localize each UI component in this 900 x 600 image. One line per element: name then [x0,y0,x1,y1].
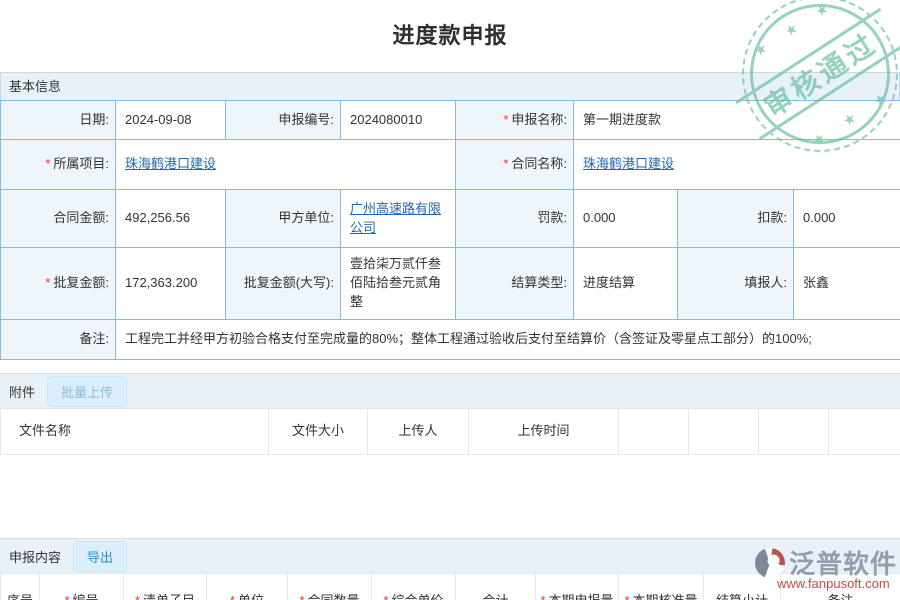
declaration-name-label: *申报名称: [456,101,574,140]
date-value: 2024-09-08 [116,101,226,140]
required-marker: * [64,593,69,600]
attachments-empty-header-4 [619,409,689,455]
reporter-label: 填报人: [678,248,794,320]
attachments-empty-header-6 [759,409,829,455]
progress-payment-declaration-page: 进度款申报 基本信息 日期: 2024-09-08 申报编号: 20240800… [0,0,900,600]
declaration-column-header-1: *编号 [40,574,124,600]
project-link[interactable]: 珠海鹤港口建设 [125,156,216,171]
contract-name-value: 珠海鹤港口建设 [574,140,900,190]
required-marker: * [624,593,629,600]
party-a-value: 广州高速路有限公司 [341,190,456,248]
attachments-empty-header-5 [689,409,759,455]
approved-amount-label: *批复金额: [1,248,116,320]
row-remark: 备注: 工程完工并经甲方初验合格支付至完成量的80%；整体工程通过验收后支付至结… [1,320,900,360]
section-basic-info-label: 基本信息 [9,79,61,94]
project-value: 珠海鹤港口建设 [116,140,456,190]
approved-amount-caps-label: 批复金额(大写): [226,248,341,320]
declaration-content-title: 申报内容 [9,547,61,566]
attachments-column-header-1: 文件大小 [269,409,368,455]
attachments-table: 文件名称文件大小上传人上传时间 [0,408,900,455]
reporter-value: 张鑫 [794,248,900,320]
deduction-label: 扣款: [678,190,794,248]
row-approved-amount: *批复金额: 172,363.200 批复金额(大写): 壹拾柒万贰仟叁佰陆拾叁… [1,248,900,320]
contract-name-link[interactable]: 珠海鹤港口建设 [583,156,674,171]
penalty-value: 0.000 [574,190,678,248]
approved-amount-value: 172,363.200 [116,248,226,320]
attachments-column-header-3: 上传时间 [469,409,619,455]
attachments-column-header-0: 文件名称 [1,409,269,455]
required-marker: * [503,112,508,127]
declaration-column-header-4: *合同数量 [288,574,372,600]
contract-amount-value: 492,256.56 [116,190,226,248]
required-marker: * [45,156,50,171]
row-date: 日期: 2024-09-08 申报编号: 2024080010 *申报名称: 第… [1,101,900,140]
section-basic-info: 基本信息 [0,72,900,100]
required-marker: * [299,593,304,600]
project-label: *所属项目: [1,140,116,190]
approved-amount-caps-value: 壹拾柒万贰仟叁佰陆拾叁元贰角整 [341,248,456,320]
declaration-header-row: 序号*编号*清单子目*单位*合同数量*综合单价合计*本期申报量*本期核准量结算小… [1,574,900,600]
contract-name-label: *合同名称: [456,140,574,190]
declaration-column-header-5: *综合单价 [372,574,456,600]
required-marker: * [45,275,50,290]
penalty-label: 罚款: [456,190,574,248]
required-marker: * [503,156,508,171]
row-project: *所属项目: 珠海鹤港口建设 *合同名称: 珠海鹤港口建设 [1,140,900,190]
required-marker: * [135,593,140,600]
attachments-column-header-2: 上传人 [368,409,469,455]
deduction-value: 0.000 [794,190,900,248]
attachments-empty-header-7 [829,409,900,455]
remark-label: 备注: [1,320,116,360]
declaration-no-label: 申报编号: [226,101,341,140]
declaration-no-value: 2024080010 [341,101,456,140]
declaration-column-header-8: *本期核准量 [619,574,704,600]
remark-value: 工程完工并经甲方初验合格支付至完成量的80%；整体工程通过验收后支付至结算价（含… [116,320,900,360]
basic-info-table: 日期: 2024-09-08 申报编号: 2024080010 *申报名称: 第… [0,100,900,360]
required-marker: * [230,593,235,600]
declaration-column-header-9: 结算小计 [704,574,781,600]
attachments-title: 附件 [9,382,35,401]
row-contract-amount: 合同金额: 492,256.56 甲方单位: 广州高速路有限公司 罚款: 0.0… [1,190,900,248]
party-a-link[interactable]: 广州高速路有限公司 [350,201,441,235]
attachments-empty-area [0,455,900,525]
declaration-column-header-6: 合计 [456,574,536,600]
declaration-column-header-2: *清单子目 [124,574,207,600]
attachments-header-row: 文件名称文件大小上传人上传时间 [1,409,900,455]
page-title: 进度款申报 [0,0,900,50]
required-marker: * [383,593,388,600]
batch-upload-button[interactable]: 批量上传 [47,376,127,407]
declaration-table: 序号*编号*清单子目*单位*合同数量*综合单价合计*本期申报量*本期核准量结算小… [0,573,900,600]
declaration-name-value: 第一期进度款 [574,101,900,140]
contract-amount-label: 合同金额: [1,190,116,248]
settlement-type-value: 进度结算 [574,248,678,320]
declaration-column-header-0: 序号 [1,574,40,600]
declaration-column-header-7: *本期申报量 [536,574,619,600]
required-marker: * [540,593,545,600]
declaration-column-header-3: *单位 [207,574,288,600]
export-button[interactable]: 导出 [73,541,127,572]
settlement-type-label: 结算类型: [456,248,574,320]
section-declaration-content: 申报内容 导出 [0,538,900,573]
declaration-column-header-10: 备注 [781,574,900,600]
date-label: 日期: [1,101,116,140]
section-attachments: 附件 批量上传 [0,373,900,408]
party-a-label: 甲方单位: [226,190,341,248]
